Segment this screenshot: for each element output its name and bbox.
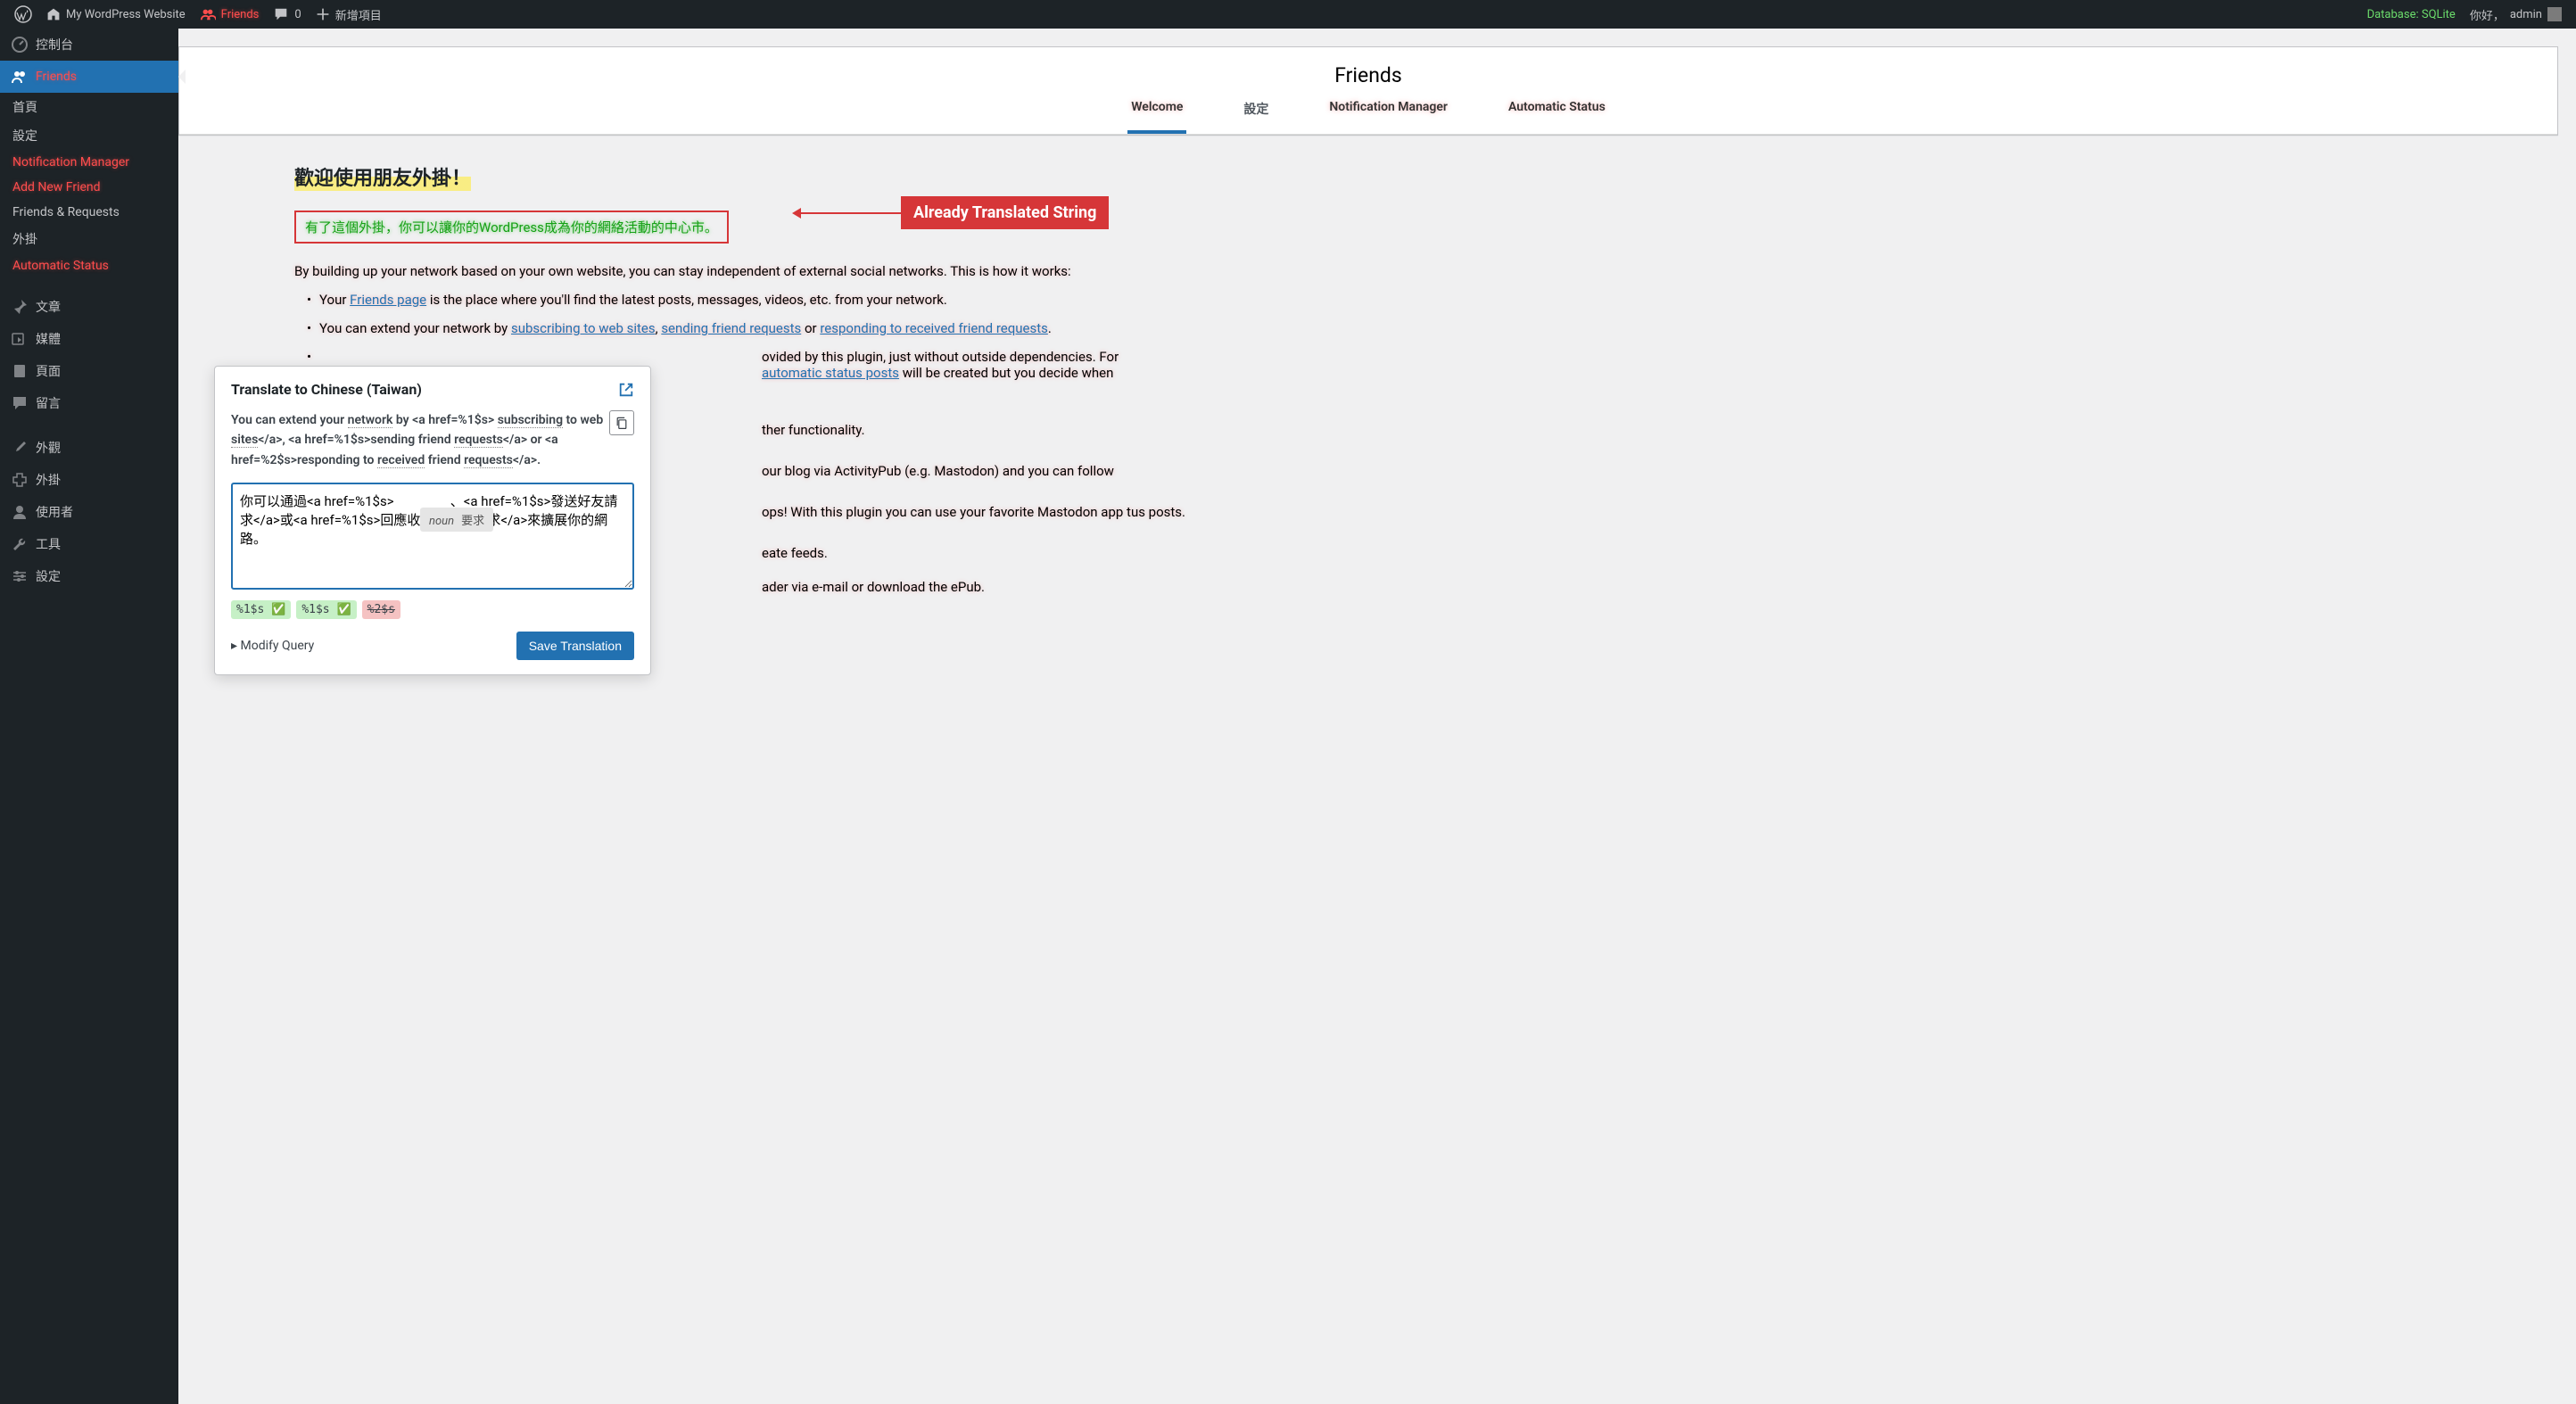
- tab-notification[interactable]: Notification Manager: [1325, 93, 1451, 134]
- menu-friends[interactable]: Friends: [0, 61, 178, 93]
- site-name-link[interactable]: My WordPress Website: [39, 0, 193, 29]
- friends-page-link[interactable]: Friends page: [350, 292, 426, 308]
- placeholder-badge: %1$s ✅: [231, 600, 291, 619]
- pin-icon: [11, 298, 29, 316]
- intro-paragraph: By building up your network based on you…: [294, 263, 2469, 279]
- placeholder-badge: %2$s: [362, 600, 400, 619]
- media-icon: [11, 330, 29, 348]
- list-item: You can extend your network by subscribi…: [307, 320, 2469, 336]
- placeholder-badge: %1$s ✅: [296, 600, 356, 619]
- modify-query-toggle[interactable]: ▸ Modify Query: [231, 639, 314, 653]
- menu-dashboard[interactable]: 控制台: [0, 29, 178, 61]
- dashboard-icon: [11, 36, 29, 54]
- comment-icon: [11, 394, 29, 412]
- submenu-home[interactable]: 首頁: [0, 93, 178, 121]
- auto-status-link[interactable]: automatic status posts: [762, 365, 899, 381]
- glossary-hint: noun要求: [420, 508, 493, 532]
- wrench-icon: [11, 535, 29, 553]
- menu-pages[interactable]: 頁面: [0, 355, 178, 387]
- tab-settings[interactable]: 設定: [1240, 93, 1272, 134]
- new-content-link[interactable]: 新增項目: [309, 0, 389, 29]
- avatar: [2547, 7, 2562, 21]
- translation-input[interactable]: [231, 483, 634, 590]
- tab-bar: Welcome 設定 Notification Manager Automati…: [179, 93, 2557, 135]
- plugin-icon: [11, 471, 29, 489]
- menu-tools[interactable]: 工具: [0, 528, 178, 560]
- subscribe-link[interactable]: subscribing to web sites: [511, 320, 656, 336]
- admin-bar: My WordPress Website Friends 0 新增項目 Data…: [0, 0, 2576, 29]
- welcome-heading: 歡迎使用朋友外掛！: [294, 162, 471, 191]
- save-translation-button[interactable]: Save Translation: [516, 632, 634, 660]
- account-link[interactable]: 你好，admin: [2463, 0, 2569, 29]
- submenu-auto-status[interactable]: Automatic Status: [0, 253, 178, 278]
- sliders-icon: [11, 567, 29, 585]
- menu-media[interactable]: 媒體: [0, 323, 178, 355]
- arrow-icon: [794, 212, 901, 214]
- list-item: Your Friends page is the place where you…: [307, 292, 2469, 308]
- tab-welcome[interactable]: Welcome: [1127, 93, 1186, 134]
- copy-button[interactable]: [609, 410, 634, 435]
- submenu-notification[interactable]: Notification Manager: [0, 150, 178, 175]
- submenu-friends-requests[interactable]: Friends & Requests: [0, 200, 178, 225]
- brush-icon: [11, 439, 29, 457]
- annotation-label: Already Translated String: [901, 196, 1109, 229]
- submenu-plugins[interactable]: 外掛: [0, 225, 178, 253]
- comments-link[interactable]: 0: [266, 0, 308, 29]
- menu-posts[interactable]: 文章: [0, 291, 178, 323]
- menu-users[interactable]: 使用者: [0, 496, 178, 528]
- translation-popup: Translate to Chinese (Taiwan) You can ex…: [214, 366, 651, 675]
- placeholder-checks: %1$s ✅ %1$s ✅ %2$s: [231, 600, 634, 619]
- user-icon: [11, 503, 29, 521]
- page-title: Friends: [179, 47, 2557, 93]
- groups-icon: [11, 68, 29, 86]
- menu-plugins[interactable]: 外掛: [0, 464, 178, 496]
- wp-logo[interactable]: [7, 0, 39, 29]
- annotation: Already Translated String: [794, 196, 1109, 229]
- respond-request-link[interactable]: responding to received friend requests: [820, 320, 1048, 336]
- submenu-add-friend[interactable]: Add New Friend: [0, 175, 178, 200]
- page-icon: [11, 362, 29, 380]
- tab-auto-status[interactable]: Automatic Status: [1505, 93, 1609, 134]
- send-request-link[interactable]: sending friend requests: [661, 320, 801, 336]
- menu-appearance[interactable]: 外觀: [0, 432, 178, 464]
- open-external-icon[interactable]: [618, 382, 634, 398]
- admin-sidebar: 控制台 Friends 首頁 設定 Notification Manager A…: [0, 29, 178, 1404]
- popup-title: Translate to Chinese (Taiwan): [231, 381, 422, 398]
- menu-settings[interactable]: 設定: [0, 560, 178, 592]
- adminbar-friends[interactable]: Friends: [193, 0, 267, 29]
- source-string: You can extend your network by <a href=%…: [231, 410, 634, 470]
- submenu-settings[interactable]: 設定: [0, 121, 178, 150]
- menu-comments[interactable]: 留言: [0, 387, 178, 419]
- database-indicator[interactable]: Database: SQLite: [2360, 0, 2463, 29]
- translated-string-box: 有了這個外掛，你可以讓你的WordPress成為你的網絡活動的中心市。: [294, 211, 729, 244]
